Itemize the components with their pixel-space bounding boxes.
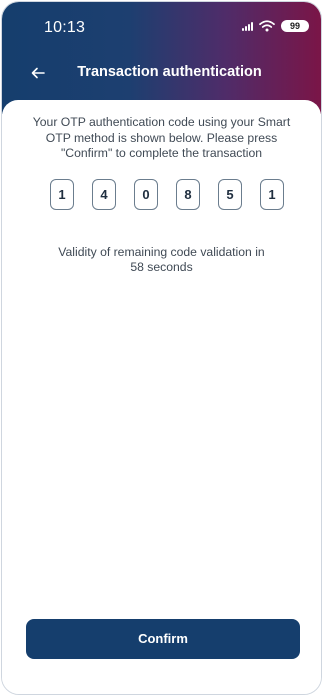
validity-message: Validity of remaining code validation in… bbox=[36, 245, 287, 275]
back-button[interactable] bbox=[24, 59, 52, 87]
remaining-seconds: 58 seconds bbox=[130, 260, 193, 274]
confirm-button[interactable]: Confirm bbox=[26, 619, 300, 659]
page-title: Transaction authentication bbox=[77, 64, 262, 80]
wifi-icon bbox=[259, 20, 275, 32]
otp-digit-4: 8 bbox=[176, 179, 200, 210]
phone-screen: 10:13 99 Transaction authentication Your… bbox=[1, 1, 322, 695]
otp-digit-3: 0 bbox=[134, 179, 158, 210]
otp-digit-1: 1 bbox=[50, 179, 74, 210]
signal-icon bbox=[242, 21, 253, 31]
back-arrow-icon bbox=[31, 67, 45, 79]
otp-digit-6: 1 bbox=[260, 179, 284, 210]
status-icons: 99 bbox=[242, 20, 309, 32]
status-time: 10:13 bbox=[44, 19, 86, 36]
app-header: 10:13 99 Transaction authentication bbox=[2, 2, 321, 114]
battery-icon: 99 bbox=[281, 20, 309, 32]
validity-text: Validity of remaining code validation in bbox=[58, 245, 265, 259]
otp-code-display: 1 4 0 8 5 1 bbox=[50, 179, 285, 212]
otp-digit-5: 5 bbox=[218, 179, 242, 210]
otp-instructions: Your OTP authentication code using your … bbox=[32, 115, 291, 160]
status-bar: 10:13 99 bbox=[2, 2, 321, 47]
navigation-bar: Transaction authentication bbox=[2, 59, 321, 87]
otp-digit-2: 4 bbox=[92, 179, 116, 210]
main-content: Your OTP authentication code using your … bbox=[2, 100, 321, 694]
